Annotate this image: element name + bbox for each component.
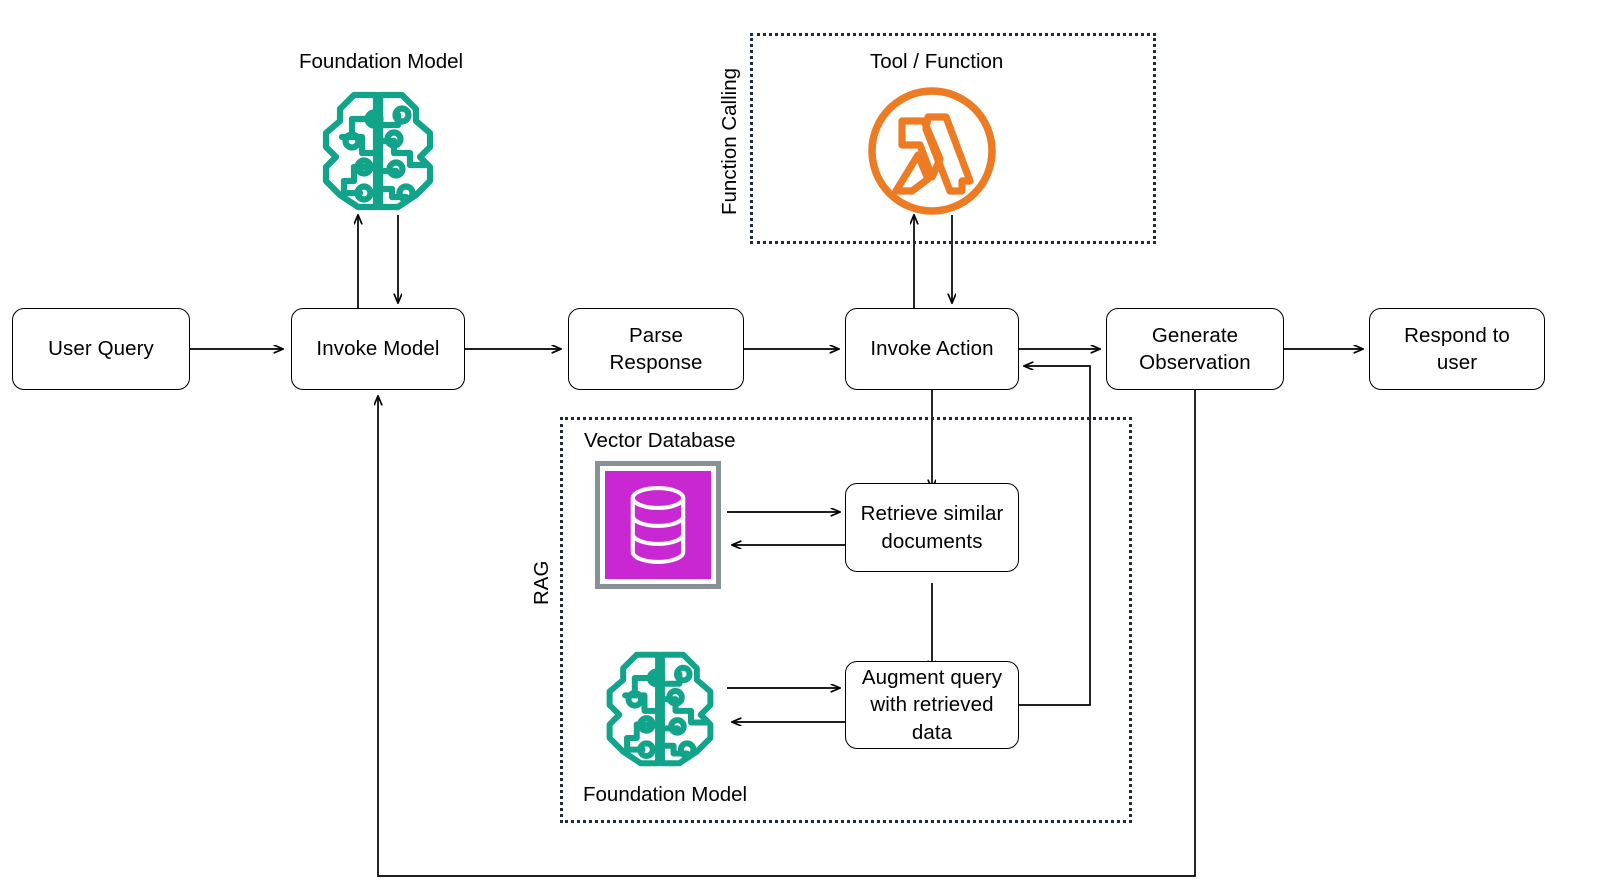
node-respond-to-user-label-line1: Respond to bbox=[1404, 323, 1510, 347]
node-parse-response-label-line2: Response bbox=[609, 351, 703, 374]
node-user-query-label: User Query bbox=[48, 337, 154, 361]
node-generate-observation[interactable]: Generate Observation bbox=[1106, 308, 1284, 390]
node-user-query[interactable]: User Query bbox=[12, 308, 190, 390]
node-invoke-action[interactable]: Invoke Action bbox=[845, 308, 1019, 390]
aws-lambda-icon bbox=[866, 85, 998, 217]
node-retrieve-similar-documents[interactable]: Retrieve similar documents bbox=[845, 483, 1019, 572]
vector-database-icon bbox=[595, 461, 721, 589]
rag-group-label: RAG bbox=[530, 560, 553, 605]
node-generate-observation-label-line2: Observation bbox=[1139, 351, 1251, 374]
node-retrieve-label-line1: Retrieve similar bbox=[860, 502, 1004, 526]
node-retrieve-label-line2: documents bbox=[881, 529, 983, 553]
vector-database-label: Vector Database bbox=[584, 429, 736, 452]
node-respond-to-user[interactable]: Respond to user bbox=[1369, 308, 1545, 390]
node-invoke-model[interactable]: Invoke Model bbox=[291, 308, 465, 390]
node-parse-response-label-line1: Parse bbox=[628, 323, 684, 347]
diagram-canvas: Function Calling Tool / Function RAG Vec… bbox=[0, 0, 1603, 896]
node-augment-label-line1: Augment query bbox=[861, 666, 1003, 690]
node-invoke-model-label: Invoke Model bbox=[316, 337, 440, 361]
function-calling-group-label: Function Calling bbox=[718, 68, 741, 215]
foundation-model-rag-label: Foundation Model bbox=[583, 783, 748, 806]
foundation-model-brain-icon-rag bbox=[598, 645, 722, 771]
node-generate-observation-label-line1: Generate bbox=[1151, 323, 1239, 347]
node-augment-label-line2: with retrieved bbox=[870, 693, 994, 717]
foundation-model-brain-icon bbox=[314, 85, 442, 215]
node-parse-response[interactable]: Parse Response bbox=[568, 308, 744, 390]
tool-function-label: Tool / Function bbox=[870, 50, 1004, 73]
node-respond-to-user-label-line2: user bbox=[1436, 351, 1478, 374]
node-augment-label-line3: data bbox=[911, 720, 953, 744]
node-invoke-action-label: Invoke Action bbox=[870, 337, 994, 361]
foundation-model-top-label: Foundation Model bbox=[299, 50, 464, 73]
node-augment-query[interactable]: Augment query with retrieved data bbox=[845, 661, 1019, 749]
